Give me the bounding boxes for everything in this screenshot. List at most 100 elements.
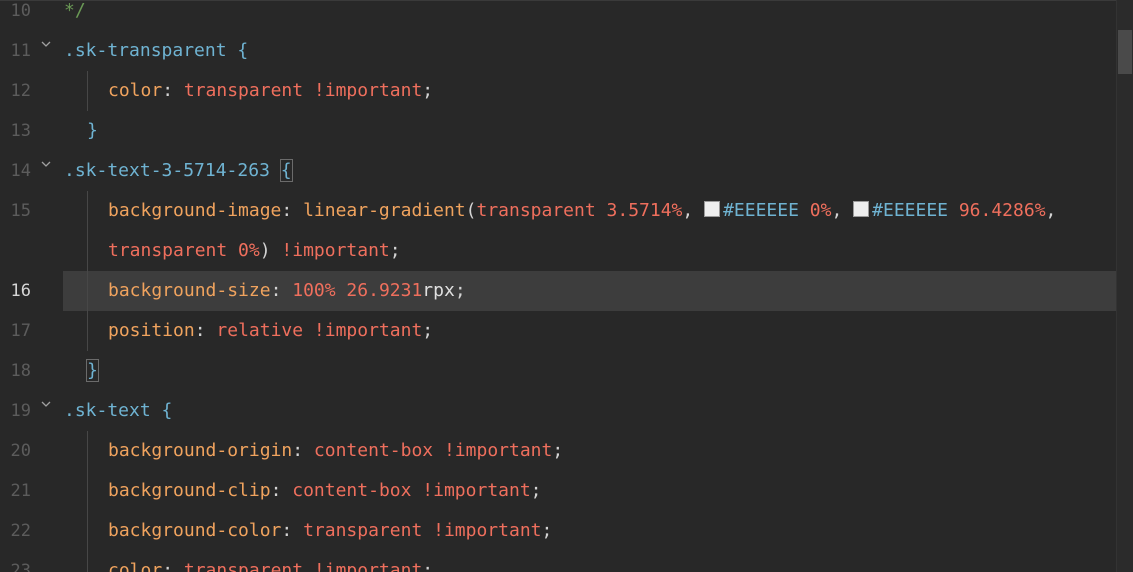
- code-token: background-origin: [108, 440, 293, 461]
- code-token: .sk-text-3-5714-263: [64, 160, 270, 181]
- code-token: 96.4286%: [948, 200, 1046, 221]
- fold-chevron-icon[interactable]: [40, 38, 54, 58]
- fold-chevron-icon[interactable]: [40, 158, 54, 178]
- code-line[interactable]: 15 background-image: linear-gradient(tran…: [0, 191, 1133, 231]
- line-number: 15: [10, 201, 31, 221]
- code-token: ;: [422, 80, 434, 101]
- code-token: color: [108, 80, 163, 101]
- code-line[interactable]: 11 .sk-transparent {: [0, 31, 1133, 71]
- code-line[interactable]: 23 color: transparent !important;: [0, 551, 1133, 572]
- line-number: 21: [10, 481, 31, 501]
- code-line[interactable]: 17 position: relative !important;: [0, 311, 1133, 351]
- code-line[interactable]: 19 .sk-text {: [0, 391, 1133, 431]
- code-token: ,: [1045, 200, 1057, 221]
- code-token: :: [162, 560, 184, 572]
- code-token: ;: [422, 560, 434, 572]
- code-token: background-clip: [108, 480, 271, 501]
- code-line[interactable]: 14 .sk-text-3-5714-263 {: [0, 151, 1133, 191]
- code-text: }: [87, 111, 98, 151]
- color-swatch-icon[interactable]: [704, 201, 721, 217]
- code-token: #EEEEEE: [872, 200, 948, 221]
- indent-guide: [87, 271, 88, 311]
- code-token: :: [270, 480, 293, 501]
- code-token: ;: [530, 480, 542, 501]
- line-number: 16: [10, 281, 31, 301]
- code-line[interactable]: 22 background-color: transparent !importa…: [0, 511, 1133, 551]
- code-token: rpx: [422, 280, 455, 301]
- code-text: position: relative !important;: [108, 311, 433, 351]
- indent-guide: [87, 231, 88, 271]
- code-token: :: [281, 200, 304, 221]
- line-number: 20: [10, 441, 31, 461]
- indent-guide: [87, 311, 88, 351]
- code-token: 100% 26.9231: [292, 280, 423, 301]
- code-token: transparent !important: [183, 80, 423, 101]
- line-number: 18: [10, 361, 31, 381]
- code-token: .sk-transparent: [64, 40, 227, 61]
- code-text: color: transparent !important;: [108, 71, 433, 111]
- code-token: (: [465, 200, 477, 221]
- indent-guide: [87, 431, 88, 471]
- code-line[interactable]: 20 background-origin: content-box !import…: [0, 431, 1133, 471]
- code-token: content-box !important: [313, 440, 553, 461]
- code-token: ;: [541, 520, 553, 541]
- code-editor[interactable]: 10 */ 11 .sk-transparent {12 color: transpar…: [0, 0, 1133, 572]
- scrollbar-thumb[interactable]: [1118, 30, 1132, 74]
- code-token: transparent 3.5714%: [476, 200, 683, 221]
- code-text: background-image: linear-gradient(transp…: [108, 191, 1056, 231]
- code-text: */: [64, 0, 86, 31]
- code-token: color: [108, 560, 163, 572]
- code-text: background-clip: content-box !important;: [108, 471, 542, 511]
- code-token: linear-gradient: [303, 200, 466, 221]
- code-token: content-box !important: [292, 480, 531, 501]
- code-token: 0%: [798, 200, 832, 221]
- code-line[interactable]: transparent 0%) !important;: [0, 231, 1133, 271]
- code-token: ;: [422, 320, 434, 341]
- line-number: 17: [10, 321, 31, 341]
- code-token: ,: [682, 200, 705, 221]
- vertical-scrollbar[interactable]: [1116, 0, 1133, 572]
- code-line[interactable]: 18}: [0, 351, 1133, 391]
- code-token: :: [270, 280, 293, 301]
- code-token: :: [194, 320, 217, 341]
- code-token: transparent !important: [183, 560, 423, 572]
- code-token: background-image: [108, 200, 282, 221]
- line-number: 11: [10, 41, 31, 61]
- line-number: 14: [10, 161, 31, 181]
- fold-chevron-icon[interactable]: [40, 398, 54, 418]
- indent-guide: [87, 471, 88, 511]
- code-token: {: [279, 159, 293, 182]
- code-line[interactable]: 16 background-size: 100% 26.9231rpx;: [0, 271, 1133, 311]
- code-token: ;: [552, 440, 564, 461]
- indent-guide: [87, 71, 88, 111]
- code-line[interactable]: 10 */: [0, 0, 1133, 31]
- code-text: background-color: transparent !important…: [108, 511, 552, 551]
- code-token: :: [162, 80, 184, 101]
- code-token: transparent !important: [303, 520, 542, 541]
- code-token: ;: [389, 240, 401, 261]
- indent-guide: [87, 551, 88, 572]
- code-text: color: transparent !important;: [108, 551, 433, 572]
- code-token: position: [108, 320, 195, 341]
- code-token: ;: [454, 280, 466, 301]
- code-text: transparent 0%) !important;: [108, 231, 401, 271]
- code-token: {: [150, 400, 173, 421]
- line-number: 22: [10, 521, 31, 541]
- line-number: 10: [10, 1, 31, 21]
- code-token: }: [86, 359, 99, 382]
- code-token: transparent 0%: [108, 240, 260, 261]
- code-token: ,: [831, 200, 854, 221]
- code-token: .sk-text: [64, 400, 151, 421]
- color-swatch-icon[interactable]: [853, 201, 870, 217]
- code-token: {: [226, 40, 249, 61]
- code-token: background-size: [108, 280, 271, 301]
- code-text: .sk-text-3-5714-263 {: [64, 151, 293, 191]
- code-text: .sk-text {: [64, 391, 172, 431]
- code-line[interactable]: 21 background-clip: content-box !importan…: [0, 471, 1133, 511]
- code-line[interactable]: 13}: [0, 111, 1133, 151]
- code-text: background-size: 100% 26.9231rpx;: [108, 271, 466, 311]
- code-token: }: [87, 120, 98, 141]
- line-number: 12: [10, 81, 31, 101]
- code-line[interactable]: 12 color: transparent !important;: [0, 71, 1133, 111]
